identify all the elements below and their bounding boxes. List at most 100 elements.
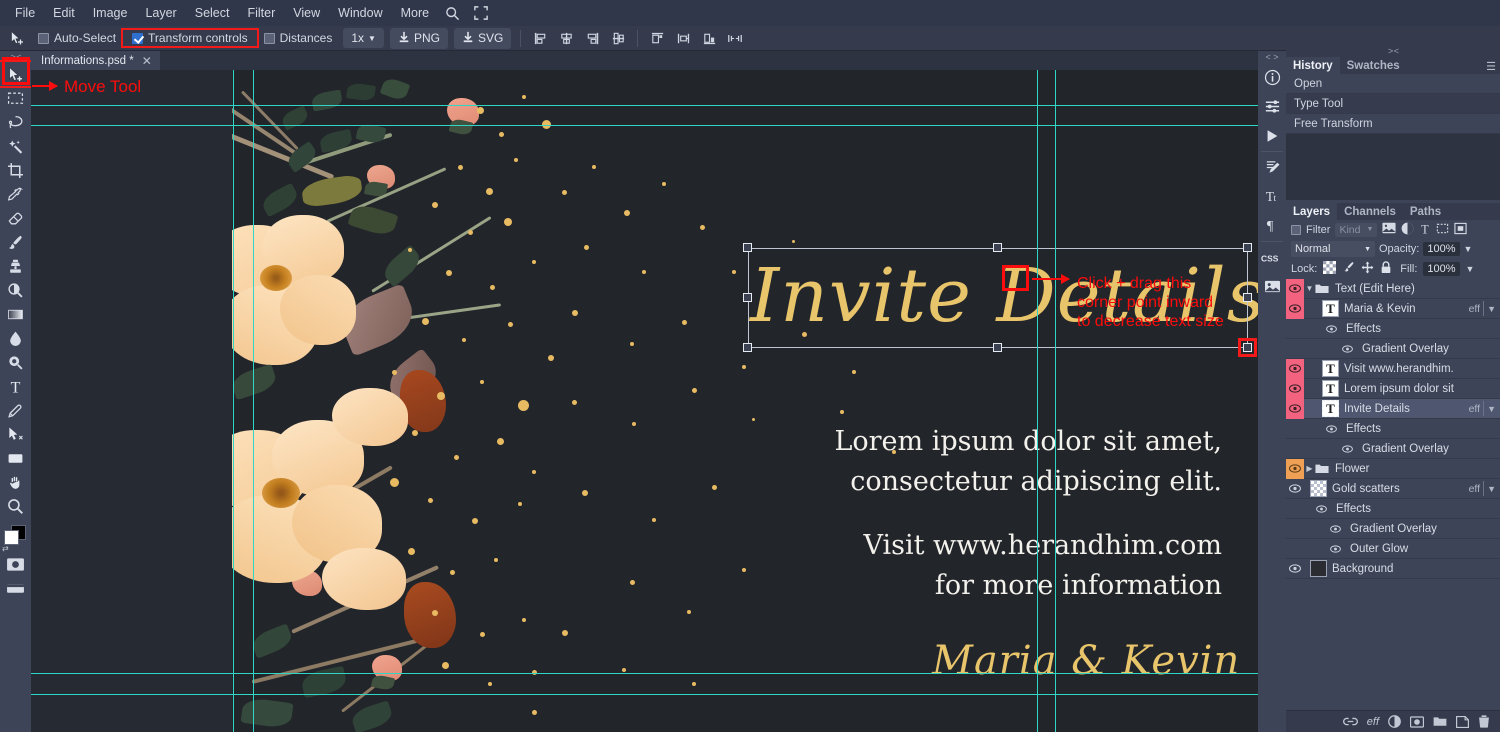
guide-horizontal-4[interactable] xyxy=(31,694,1258,695)
lock-transparency-icon[interactable] xyxy=(1323,261,1336,277)
fullscreen-icon[interactable] xyxy=(467,2,495,24)
guide-horizontal-2[interactable] xyxy=(31,125,1258,126)
new-group-icon[interactable] xyxy=(1433,716,1447,727)
blend-mode-dropdown[interactable]: Normal ▼ xyxy=(1291,241,1375,257)
adjustments-icon[interactable] xyxy=(1258,92,1286,121)
tool-dodge-burn[interactable] xyxy=(0,278,31,302)
css-icon[interactable]: CSS xyxy=(1258,243,1286,272)
signature-text-layer[interactable]: Maria & Kevin xyxy=(932,638,1222,684)
tool-rectangular-marquee[interactable] xyxy=(0,86,31,110)
history-entry-free-transform[interactable]: Free Transform xyxy=(1286,114,1500,134)
guide-vertical-4[interactable] xyxy=(1055,70,1056,732)
effects-visibility-toggle[interactable] xyxy=(1312,499,1330,519)
lock-image-icon[interactable] xyxy=(1342,261,1355,277)
history-entry-type-tool[interactable]: Type Tool xyxy=(1286,94,1500,114)
tab-channels[interactable]: Channels xyxy=(1337,203,1403,220)
layer-row-gradient-overlay[interactable]: Gradient Overlay xyxy=(1286,439,1500,459)
transform-handle-bottom-left[interactable] xyxy=(743,343,752,352)
export-png-button[interactable]: PNG xyxy=(390,28,448,49)
align-center-horizontal-icon[interactable] xyxy=(554,28,578,49)
tool-eraser[interactable] xyxy=(0,206,31,230)
effects-visibility-toggle[interactable] xyxy=(1322,319,1340,339)
menu-select[interactable]: Select xyxy=(186,2,239,24)
chevron-right-icon[interactable]: ▶ xyxy=(1304,464,1315,473)
layer-row-text-group[interactable]: ▼ Text (Edit Here) xyxy=(1286,279,1500,299)
image-filter-icon[interactable] xyxy=(1382,222,1396,237)
guide-vertical-3[interactable] xyxy=(1037,70,1038,732)
fill-value[interactable]: 100% xyxy=(1423,262,1459,276)
chevron-down-icon[interactable]: ▼ xyxy=(1487,304,1496,314)
opacity-value[interactable]: 100% xyxy=(1423,242,1459,256)
zoom-level-dropdown[interactable]: 1x ▼ xyxy=(343,28,384,48)
tab-paths[interactable]: Paths xyxy=(1403,203,1448,220)
foreground-color-swatch[interactable] xyxy=(4,530,19,545)
tool-lasso[interactable] xyxy=(0,110,31,134)
layer-visibility-toggle[interactable] xyxy=(1286,379,1304,399)
layer-visibility-toggle[interactable] xyxy=(1286,399,1304,419)
tool-eyedropper[interactable] xyxy=(0,182,31,206)
tool-clone-stamp[interactable] xyxy=(0,254,31,278)
tool-crop[interactable] xyxy=(0,158,31,182)
delete-layer-icon[interactable] xyxy=(1478,715,1490,728)
distribute-bottom-icon[interactable] xyxy=(697,28,721,49)
layer-style-icon[interactable]: eff xyxy=(1367,716,1379,728)
effect-visibility-toggle[interactable] xyxy=(1326,519,1344,539)
transform-handle-top-left[interactable] xyxy=(743,243,752,252)
history-entry-open[interactable]: Open xyxy=(1286,74,1500,94)
paragraph-icon[interactable]: ¶ xyxy=(1258,211,1286,240)
adjustment-filter-icon[interactable] xyxy=(1401,222,1414,238)
layer-thumbnail-transparent[interactable] xyxy=(1310,480,1327,497)
guide-vertical-1[interactable] xyxy=(233,70,234,732)
collapse-panel-icon[interactable]: > < xyxy=(1286,45,1500,57)
transform-handle-middle-right[interactable] xyxy=(1243,293,1252,302)
layer-thumbnail-background[interactable] xyxy=(1310,560,1327,577)
transform-handle-middle-left[interactable] xyxy=(743,293,752,302)
opacity-stepper-icon[interactable]: ▼ xyxy=(1464,244,1473,254)
layer-row-gradient-overlay[interactable]: Gradient Overlay xyxy=(1286,339,1500,359)
guide-vertical-2[interactable] xyxy=(253,70,254,732)
effects-visibility-toggle[interactable] xyxy=(1322,419,1340,439)
align-right-icon[interactable] xyxy=(580,28,604,49)
transform-handle-top-right[interactable] xyxy=(1243,243,1252,252)
screen-mode-icon[interactable] xyxy=(0,576,31,600)
distribute-top-icon[interactable] xyxy=(645,28,669,49)
info-icon[interactable] xyxy=(1258,63,1286,92)
chevron-down-icon[interactable]: ▼ xyxy=(1304,284,1315,293)
menu-edit[interactable]: Edit xyxy=(44,2,84,24)
menu-file[interactable]: File xyxy=(6,2,44,24)
tool-blur[interactable] xyxy=(0,326,31,350)
distribute-horizontal-icon[interactable] xyxy=(671,28,695,49)
menu-filter[interactable]: Filter xyxy=(238,2,284,24)
distances-checkbox[interactable]: Distances xyxy=(256,31,341,45)
layer-row-effects[interactable]: Effects xyxy=(1286,319,1500,339)
layer-visibility-toggle[interactable] xyxy=(1286,459,1304,479)
layer-effects-indicator[interactable]: eff ▼ xyxy=(1469,301,1500,316)
effect-visibility-toggle[interactable] xyxy=(1338,439,1356,459)
layer-row-gold-scatters[interactable]: Gold scatters eff ▼ xyxy=(1286,479,1500,499)
layer-row-visit-url[interactable]: T Visit www.herandhim. xyxy=(1286,359,1500,379)
body-text-layer[interactable]: Lorem ipsum dolor sit amet, consectetur … xyxy=(752,422,1222,606)
document-tab-informations[interactable]: Informations.psd * ✕ xyxy=(31,51,160,70)
tool-magic-wand[interactable] xyxy=(0,134,31,158)
collapse-panel-icon[interactable]: < > xyxy=(1258,51,1286,63)
layer-row-invite-details[interactable]: T Invite Details eff ▼ xyxy=(1286,399,1500,419)
align-left-icon[interactable] xyxy=(528,28,552,49)
link-layers-icon[interactable] xyxy=(1343,716,1358,727)
layer-visibility-toggle[interactable] xyxy=(1286,299,1304,319)
lock-all-icon[interactable] xyxy=(1380,261,1392,277)
canvas-area[interactable]: Invite Details Lorem ipsum dolor sit ame… xyxy=(31,70,1258,732)
layer-row-gradient-overlay[interactable]: Gradient Overlay xyxy=(1286,519,1500,539)
layer-thumbnail-text-active[interactable]: T xyxy=(1322,400,1339,417)
transform-handle-top-center[interactable] xyxy=(993,243,1002,252)
new-layer-icon[interactable] xyxy=(1456,716,1469,728)
guide-horizontal-1[interactable] xyxy=(31,105,1258,106)
adjustment-layer-icon[interactable] xyxy=(1388,715,1401,728)
shape-filter-icon[interactable] xyxy=(1436,222,1449,238)
layer-mask-icon[interactable] xyxy=(1410,716,1424,728)
layer-row-effects[interactable]: Effects xyxy=(1286,419,1500,439)
effect-visibility-toggle[interactable] xyxy=(1326,539,1344,559)
distances-checkbox-box[interactable] xyxy=(264,33,275,44)
tool-brush[interactable] xyxy=(0,230,31,254)
type-filter-icon[interactable]: T xyxy=(1419,222,1431,238)
tool-path-selection[interactable] xyxy=(0,422,31,446)
